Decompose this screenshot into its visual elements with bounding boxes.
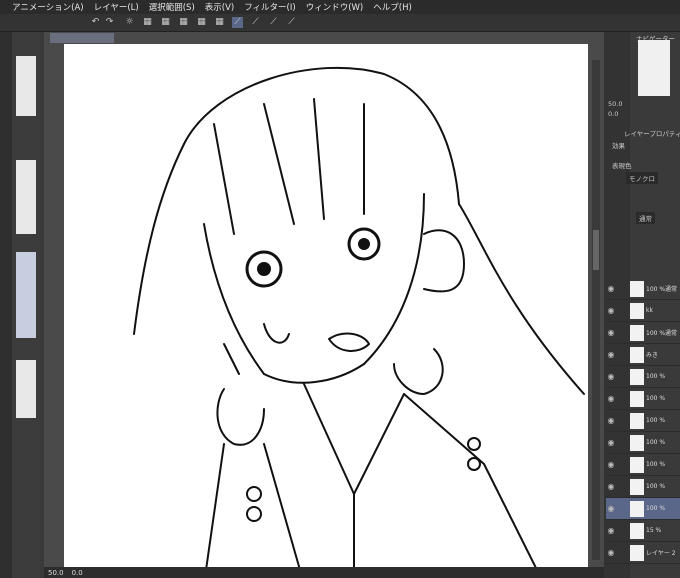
settings-icon[interactable]: ☼ [124,17,135,28]
layer-thumbnail [630,390,644,407]
layer-name: 100 %通常 [646,286,678,293]
select-icon[interactable]: ▦ [214,17,225,28]
eye-icon[interactable]: ◉ [606,328,616,337]
layer-name: 100 % [646,505,666,512]
canvas-area[interactable] [44,32,604,568]
eye-icon[interactable]: ◉ [606,460,616,469]
lineart-drawing [133,66,585,568]
layer-thumbnail [630,456,644,473]
material-thumbnail[interactable] [16,360,36,418]
material-thumbnail[interactable] [16,160,36,234]
eye-icon[interactable]: ◉ [606,394,616,403]
navigator-preview[interactable] [638,40,670,96]
layer-row[interactable]: ◉ 100 % [606,366,680,388]
menu-animation[interactable]: アニメーション(A) [12,1,84,13]
layer-name: 100 % [646,439,666,446]
redo-icon[interactable]: ↷ [104,17,115,28]
layer-thumbnail [630,434,644,451]
eye-icon[interactable]: ◉ [606,416,616,425]
document-tab[interactable] [50,33,114,43]
layer-name: 100 % [646,373,666,380]
layer-thumbnail [630,412,644,429]
layer-row-selected[interactable]: ◉ 100 % [606,498,680,520]
eye-icon[interactable]: ◉ [606,504,616,513]
layer-name: レイヤー 2 [646,550,676,557]
layer-row[interactable]: ◉ 100 % [606,388,680,410]
layer-property-title: レイヤープロパティ [624,130,680,138]
nav-zoom[interactable]: 50.0 [608,100,622,108]
blend-mode-select[interactable]: 通常 [636,212,655,224]
eye-icon[interactable]: ◉ [606,306,616,315]
menu-filter[interactable]: フィルター(I) [244,1,295,13]
eye-icon[interactable]: ◉ [606,350,616,359]
eye-icon[interactable]: ◉ [606,284,616,293]
layer-thumbnail [630,544,644,561]
layer-row[interactable]: ◉ 100 % [606,432,680,454]
ruler-snap-icon[interactable]: ⟋ [268,17,279,28]
undo-icon[interactable]: ↶ [90,17,101,28]
canvas-scrollbar[interactable] [592,60,600,560]
eye-icon[interactable]: ◉ [606,438,616,447]
layer-row[interactable]: ◉ kk [606,300,680,322]
layer-name: みき [646,352,659,359]
layer-row[interactable]: ◉ 15 % [606,520,680,542]
ruler-snap-icon[interactable]: ⟋ [250,17,261,28]
nav-angle[interactable]: 0.0 [608,110,618,118]
menu-help[interactable]: ヘルプ(H) [373,1,412,13]
layer-name: 15 % [646,527,662,534]
color-mode-select[interactable]: モノクロ [626,172,658,184]
select-icon[interactable]: ▦ [142,17,153,28]
layer-name: 100 % [646,483,666,490]
layer-row[interactable]: ◉ 100 %通常 [606,278,680,300]
layer-thumbnail [630,478,644,495]
select-icon[interactable]: ▦ [196,17,207,28]
select-icon[interactable]: ▦ [178,17,189,28]
material-thumbnail[interactable] [16,252,36,338]
menu-layer[interactable]: レイヤー(L) [94,1,139,13]
eye-icon[interactable]: ◉ [606,482,616,491]
layer-name: kk [646,307,653,314]
menu-bar: アニメーション(A) レイヤー(L) 選択範囲(S) 表示(V) フィルター(I… [0,0,680,14]
layer-row[interactable]: ◉ 100 % [606,476,680,498]
command-bar: ↶ ↷ ☼ ▦ ▦ ▦ ▦ ▦ ⟋ ⟋ ⟋ ⟋ [0,14,680,32]
layer-thumbnail [630,522,644,539]
menu-window[interactable]: ウィンドウ(W) [306,1,364,13]
layer-name: 100 % [646,461,666,468]
select-icon[interactable]: ▦ [160,17,171,28]
layer-row[interactable]: ◉ レイヤー 2 [606,542,680,564]
layer-row[interactable]: ◉ 100 % [606,454,680,476]
menu-view[interactable]: 表示(V) [205,1,234,13]
layer-thumbnail [630,346,644,363]
eye-icon[interactable]: ◉ [606,372,616,381]
layer-name: 100 % [646,417,666,424]
layer-name: 100 % [646,395,666,402]
effect-label: 効果 [612,142,625,150]
eye-icon[interactable]: ◉ [606,548,616,557]
layer-row[interactable]: ◉ 100 % [606,410,680,432]
eye-icon[interactable]: ◉ [606,526,616,535]
tool-strip [0,32,12,578]
layer-thumbnail [630,324,644,341]
paper [64,44,588,568]
angle-value[interactable]: 0.0 [72,569,83,577]
layer-name: 100 %通常 [646,330,678,337]
color-label: 表現色 [612,162,632,170]
scrollbar-thumb[interactable] [593,230,599,270]
layer-thumbnail [630,302,644,319]
ruler-snap-icon[interactable]: ⟋ [286,17,297,28]
layer-thumbnail [630,368,644,385]
menu-selection[interactable]: 選択範囲(S) [149,1,195,13]
material-thumbnail[interactable] [16,56,36,116]
layer-row[interactable]: ◉ 100 %通常 [606,322,680,344]
layer-thumbnail [630,280,644,297]
status-bar: 50.0 0.0 [44,567,604,578]
layer-row[interactable]: ◉ みき [606,344,680,366]
zoom-value[interactable]: 50.0 [48,569,64,577]
ruler-snap-icon[interactable]: ⟋ [232,17,243,28]
layer-thumbnail [630,500,644,517]
